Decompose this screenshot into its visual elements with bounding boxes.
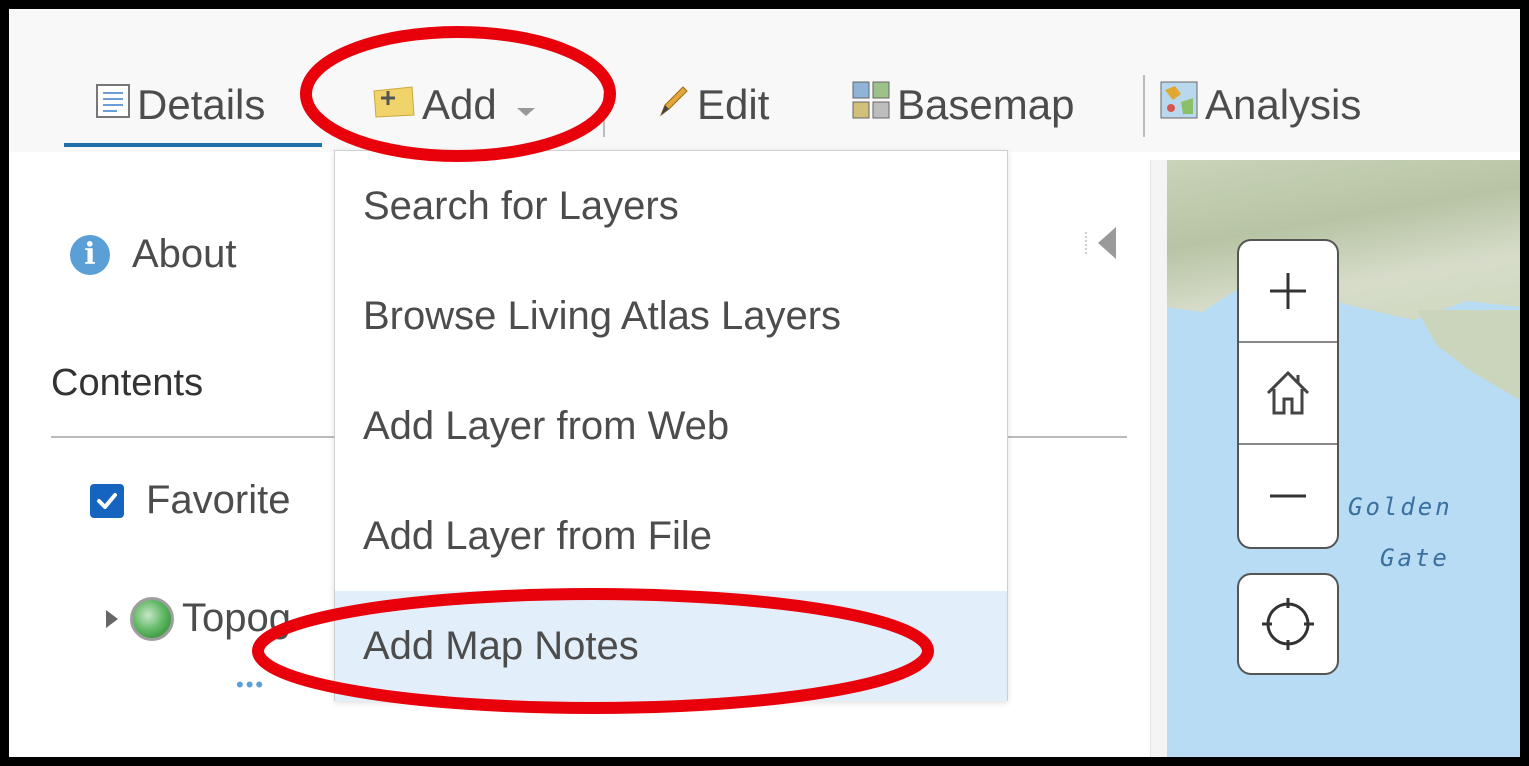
panel-grip-icon	[1085, 232, 1090, 254]
layer-label: Favorite	[146, 478, 291, 522]
details-icon	[95, 81, 131, 129]
menu-item-add-layer-from-web[interactable]: Add Layer from Web	[335, 371, 1007, 481]
zoom-out-button[interactable]	[1239, 445, 1337, 547]
info-icon: i	[70, 234, 110, 275]
map-splitter[interactable]	[1150, 160, 1168, 757]
map-land-area	[1167, 160, 1520, 320]
sublayer-row[interactable]: Topog	[106, 596, 291, 641]
locate-button[interactable]	[1237, 573, 1339, 675]
about-label: About	[132, 232, 237, 276]
active-tab-indicator	[64, 143, 322, 147]
edit-button[interactable]: Edit	[655, 75, 769, 135]
map-place-label: Golden	[1348, 493, 1453, 521]
edit-label: Edit	[697, 81, 770, 128]
analysis-button[interactable]: Analysis	[1159, 75, 1361, 135]
basemap-grid-icon	[851, 80, 891, 130]
minus-icon	[1270, 494, 1306, 498]
map-view[interactable]: Golden Gate	[1167, 160, 1520, 757]
menu-item-add-map-notes[interactable]: Add Map Notes	[335, 591, 1007, 701]
details-tab[interactable]: Details	[95, 75, 265, 135]
more-options-icon[interactable]: •••	[236, 672, 265, 698]
home-icon	[1266, 370, 1310, 415]
layer-visibility-checkbox[interactable]	[90, 483, 124, 518]
menu-item-browse-living-atlas[interactable]: Browse Living Atlas Layers	[335, 261, 1007, 371]
home-button[interactable]	[1239, 343, 1337, 445]
add-menu-button[interactable]: Add	[372, 75, 537, 135]
analysis-map-icon	[1159, 80, 1199, 130]
pencil-icon	[655, 81, 691, 129]
toolbar: Details Add Edit Basemap Analysis	[9, 9, 1520, 152]
layer-row[interactable]: Favorite	[90, 478, 291, 523]
menu-item-add-layer-from-file[interactable]: Add Layer from File	[335, 481, 1007, 591]
check-icon	[97, 492, 117, 509]
basemap-label: Basemap	[897, 81, 1075, 128]
expand-triangle-icon[interactable]	[106, 609, 118, 628]
crosshair-icon	[1262, 598, 1314, 650]
globe-icon	[130, 596, 174, 641]
map-zoom-controls	[1237, 239, 1339, 549]
chevron-down-icon	[515, 81, 537, 129]
map-land-area	[1417, 310, 1520, 400]
basemap-button[interactable]: Basemap	[851, 75, 1074, 135]
contents-title: Contents	[51, 362, 204, 404]
about-button[interactable]: i About	[70, 232, 237, 277]
map-place-label: Gate	[1380, 544, 1450, 572]
menu-item-search-for-layers[interactable]: Search for Layers	[335, 151, 1007, 261]
toolbar-divider	[603, 93, 605, 137]
toolbar-divider	[1143, 75, 1145, 137]
collapse-panel-button[interactable]	[1085, 227, 1116, 259]
plus-icon	[1270, 273, 1306, 309]
sublayer-label: Topog	[182, 596, 291, 640]
details-label: Details	[137, 81, 266, 128]
add-label: Add	[422, 81, 497, 128]
add-layer-icon	[372, 81, 416, 129]
add-dropdown-menu: Search for Layers Browse Living Atlas La…	[334, 150, 1008, 701]
zoom-in-button[interactable]	[1239, 241, 1337, 343]
analysis-label: Analysis	[1205, 81, 1362, 128]
collapse-left-icon	[1098, 227, 1116, 259]
